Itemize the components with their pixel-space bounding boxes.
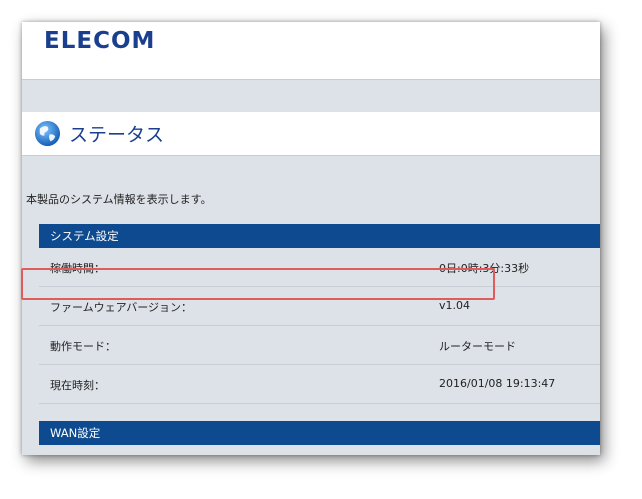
operation-mode-label: 動作モード： [50, 340, 116, 353]
page-title-bar: ステータス [22, 112, 600, 156]
wan-settings-header: WAN設定 [39, 421, 600, 445]
status-content: 本製品のシステム情報を表示します。 システム設定 稼働時間： 0日:0時:3分:… [22, 156, 600, 455]
firmware-version-value: v1.04 [439, 299, 471, 312]
current-time-value: 2016/01/08 19:13:47 [439, 377, 556, 390]
router-admin-window: ELECOM ステータス 本製品のシステム情報を表示します。 システム設定 稼働… [22, 22, 600, 455]
header: ELECOM [22, 22, 600, 80]
operation-mode-value: ルーターモード [439, 340, 516, 353]
elecom-logo[interactable]: ELECOM [44, 28, 155, 54]
operation-mode-row: 動作モード： ルーターモード [39, 326, 600, 365]
firmware-version-label: ファームウェアバージョン： [50, 301, 193, 314]
page-description: 本製品のシステム情報を表示します。 [26, 193, 212, 206]
current-time-label: 現在時刻： [50, 379, 105, 392]
page-title: ステータス [69, 124, 165, 146]
nav-band [22, 80, 600, 112]
current-time-row: 現在時刻： 2016/01/08 19:13:47 [39, 365, 600, 404]
globe-icon [34, 120, 61, 147]
system-settings-header: システム設定 [39, 224, 600, 248]
firmware-highlight-box [21, 268, 495, 300]
